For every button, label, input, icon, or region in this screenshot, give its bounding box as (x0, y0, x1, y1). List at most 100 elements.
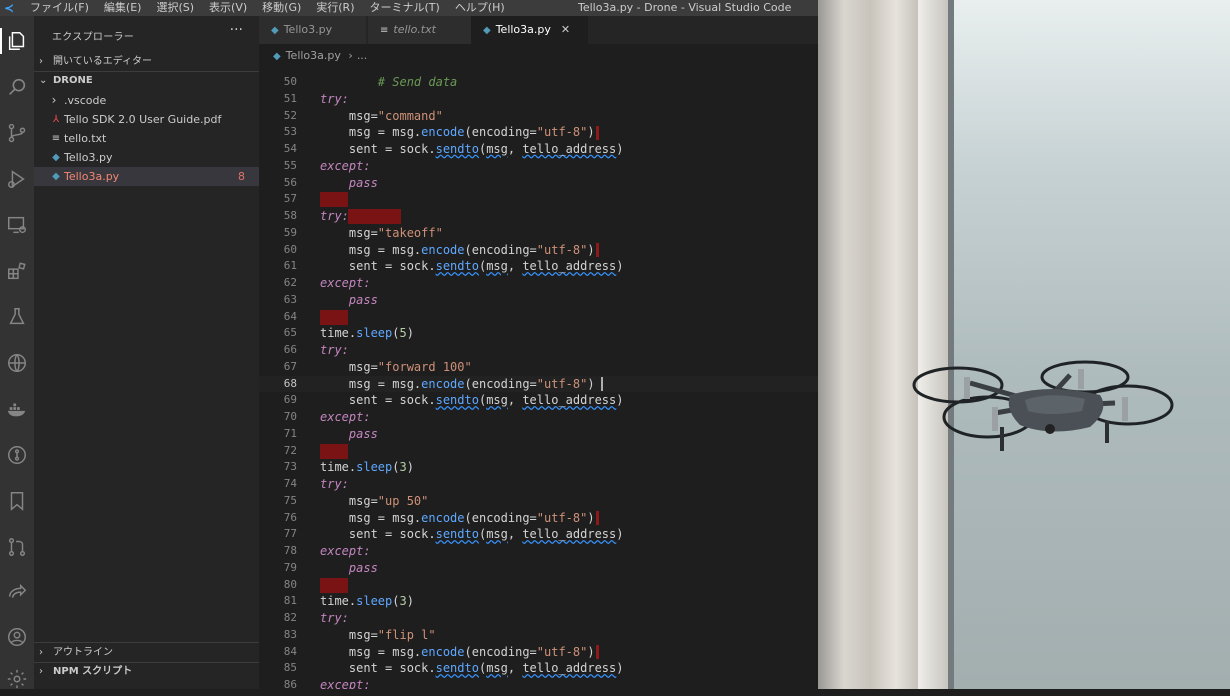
extensions-icon[interactable] (0, 254, 34, 288)
search-icon[interactable] (0, 70, 34, 104)
menu-run[interactable]: 実行(R) (316, 0, 361, 16)
explorer-icon[interactable] (0, 24, 34, 58)
live-share-icon[interactable] (0, 576, 34, 610)
run-debug-icon[interactable] (0, 162, 34, 196)
code-line[interactable]: 83 msg="flip l" (259, 627, 818, 644)
line-number: 51 (283, 91, 297, 105)
code-line[interactable]: 62 except: (259, 275, 818, 292)
open-editors-section[interactable]: › 開いているエディター (34, 52, 259, 71)
code-line[interactable]: 80 (259, 577, 818, 594)
bookmark-icon[interactable] (0, 484, 34, 518)
vscode-logo-icon: ≺ (3, 1, 15, 15)
code-line[interactable]: 70 except: (259, 409, 818, 426)
globe-icon[interactable] (0, 346, 34, 380)
breadcrumb-symbol[interactable]: ... (357, 49, 368, 62)
line-number: 70 (283, 410, 297, 423)
line-number: 60 (283, 242, 297, 256)
code-line[interactable]: 81 time.sleep(3) (259, 593, 818, 610)
menu-help[interactable]: ヘルプ(H) (455, 0, 512, 16)
python-icon: ◆ (273, 51, 281, 62)
code-line[interactable]: 60 msg = msg.encode(encoding="utf-8") (259, 242, 818, 259)
line-number: 68 (283, 376, 297, 390)
code-line[interactable]: 53 msg = msg.encode(encoding="utf-8") (259, 124, 818, 141)
code-line[interactable]: 69 sent = sock.sendto(msg, tello_address… (259, 392, 818, 409)
code-line[interactable]: 84 msg = msg.encode(encoding="utf-8") (259, 644, 818, 661)
code-line[interactable]: 66 try: (259, 342, 818, 359)
line-number: 50 (283, 75, 297, 88)
tree-item-tello-txt[interactable]: ≡ tello.txt (34, 129, 259, 148)
code-line[interactable]: 63 pass (259, 292, 818, 309)
text-file-icon: ≡ (380, 25, 389, 36)
editor-tabs: ◆ Tello3.py ≡ tello.txt ◆ Tello3a.py ✕ (259, 16, 818, 44)
tree-item-tello3-py[interactable]: ◆ Tello3.py (34, 148, 259, 167)
code-line[interactable]: 50 # Send data (259, 74, 818, 91)
problems-count-badge: 8 (238, 170, 245, 183)
code-line[interactable]: 65 time.sleep(5) (259, 325, 818, 342)
tab-tello3-py[interactable]: ◆ Tello3.py (259, 16, 366, 44)
code-text: msg = msg.encode(encoding="utf-8") (320, 242, 599, 259)
code-line[interactable]: 79 pass (259, 560, 818, 577)
pull-request-icon[interactable] (0, 530, 34, 564)
remote-explorer-icon[interactable] (0, 208, 34, 242)
code-line[interactable]: 61 sent = sock.sendto(msg, tello_address… (259, 258, 818, 275)
docker-icon[interactable] (0, 392, 34, 426)
code-line[interactable]: 59 msg="takeoff" (259, 225, 818, 242)
tree-item-tello3a-py[interactable]: ◆ Tello3a.py 8 (34, 167, 259, 186)
menu-edit[interactable]: 編集(E) (104, 0, 149, 16)
door-frame-highlight (918, 0, 948, 689)
code-line[interactable]: 86 except: (259, 677, 818, 689)
menu-terminal[interactable]: ターミナル(T) (370, 0, 447, 16)
line-number: 66 (283, 343, 297, 356)
tab-tello3a-py[interactable]: ◆ Tello3a.py ✕ (471, 16, 588, 44)
code-line[interactable]: 75 msg="up 50" (259, 493, 818, 510)
tree-item-pdf[interactable]: ⅄ Tello SDK 2.0 User Guide.pdf (34, 110, 259, 129)
git-graph-icon[interactable] (0, 438, 34, 472)
source-control-icon[interactable] (0, 116, 34, 150)
code-line[interactable]: 58 try: (259, 208, 818, 225)
more-actions-icon[interactable]: ··· (230, 22, 243, 38)
code-text: except: (320, 678, 371, 689)
breadcrumb-file[interactable]: Tello3a.py (286, 49, 341, 62)
code-line[interactable]: 73 time.sleep(3) (259, 459, 818, 476)
code-line[interactable]: 55 except: (259, 158, 818, 175)
code-line[interactable]: 76 msg = msg.encode(encoding="utf-8") (259, 510, 818, 527)
drone-photo (818, 0, 1230, 689)
code-line[interactable]: 56 pass (259, 175, 818, 192)
code-line[interactable]: 82 try: (259, 610, 818, 627)
code-text: # Send data (377, 75, 458, 89)
drone-folder-section[interactable]: ⌄ DRONE (34, 71, 259, 90)
code-line[interactable]: 67 msg="forward 100" (259, 359, 818, 376)
code-line[interactable]: 64 (259, 309, 818, 326)
code-line[interactable]: 78 except: (259, 543, 818, 560)
code-line[interactable]: 54 sent = sock.sendto(msg, tello_address… (259, 141, 818, 158)
line-number: 71 (283, 426, 297, 440)
settings-gear-icon[interactable] (0, 662, 34, 696)
testing-icon[interactable] (0, 300, 34, 334)
code-line[interactable]: 72 (259, 443, 818, 460)
code-line[interactable]: 85 sent = sock.sendto(msg, tello_address… (259, 660, 818, 677)
code-line[interactable]: 57 (259, 191, 818, 208)
code-text: try: (320, 91, 349, 106)
code-line[interactable]: 71 pass (259, 426, 818, 443)
close-icon[interactable]: ✕ (561, 23, 570, 36)
npm-scripts-section[interactable]: › NPM スクリプト (34, 662, 259, 681)
line-number: 72 (283, 443, 297, 457)
code-text: sent = sock.sendto(msg, tello_address) (320, 661, 624, 676)
line-number: 64 (283, 309, 297, 323)
account-icon[interactable] (0, 620, 34, 654)
menu-file[interactable]: ファイル(F) (30, 0, 96, 16)
tab-tello-txt[interactable]: ≡ tello.txt (368, 16, 477, 44)
tree-item-vscode[interactable]: › .vscode (34, 91, 259, 110)
code-line[interactable]: 52 msg="command" (259, 108, 818, 125)
code-line[interactable]: 77 sent = sock.sendto(msg, tello_address… (259, 526, 818, 543)
menu-go[interactable]: 移動(G) (262, 0, 308, 16)
menu-selection[interactable]: 選択(S) (156, 0, 201, 16)
outline-section[interactable]: › アウトライン (34, 643, 259, 662)
code-line[interactable]: 68 msg = msg.encode(encoding="utf-8") (259, 375, 818, 393)
menu-view[interactable]: 表示(V) (209, 0, 254, 16)
code-text: try: (320, 611, 349, 625)
code-line[interactable]: 51 try: (259, 91, 818, 108)
code-editor[interactable]: 50 # Send data 51 try: 52 msg="command" 53 m… (259, 74, 818, 689)
code-line[interactable]: 74 try: (259, 476, 818, 493)
code-text: sent = sock.sendto(msg, tello_address) (320, 142, 624, 156)
